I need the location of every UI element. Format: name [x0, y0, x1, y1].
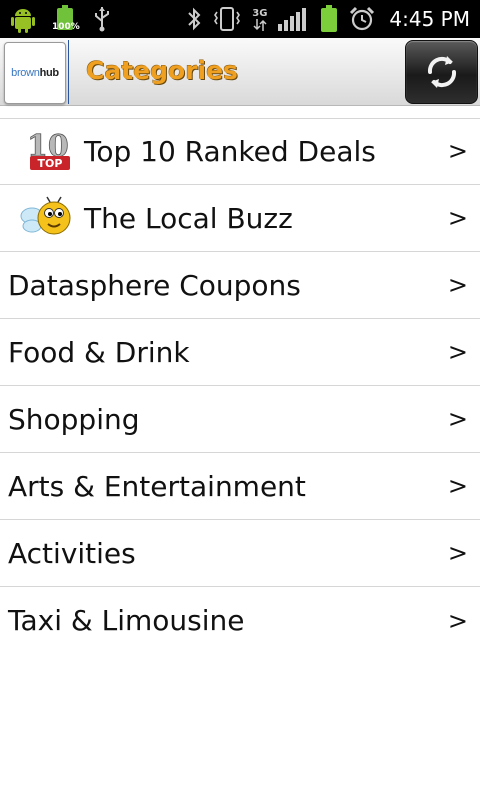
category-label: Food & Drink [8, 335, 190, 369]
category-row-shopping[interactable]: Shopping > [0, 386, 480, 453]
usb-icon [92, 4, 112, 34]
android-icon [8, 4, 38, 34]
top10-icon: 10 TOP [20, 125, 78, 177]
battery-icon [319, 4, 339, 34]
chevron-right-icon: > [447, 606, 468, 635]
battery-percent-label: 100% [52, 22, 80, 32]
bluetooth-icon [186, 4, 202, 34]
battery-full-icon: 100% [52, 4, 80, 34]
chevron-right-icon: > [447, 405, 468, 433]
logo-text-part2: hub [39, 67, 60, 79]
chevron-right-icon: > [447, 271, 468, 299]
refresh-button[interactable] [405, 40, 478, 104]
status-time: 4:45 PM [389, 7, 470, 31]
category-label: Shopping [8, 402, 140, 436]
chevron-right-icon: > [447, 137, 468, 165]
category-label: The Local Buzz [84, 201, 293, 235]
network-3g-icon: 3G [252, 4, 267, 34]
category-row-top10[interactable]: 10 TOP Top 10 Ranked Deals > [0, 118, 480, 185]
category-row-datasphere-coupons[interactable]: Datasphere Coupons > [0, 252, 480, 319]
category-list: 10 TOP Top 10 Ranked Deals > The Local B… [0, 118, 480, 654]
category-row-taxi-limousine[interactable]: Taxi & Limousine > [0, 587, 480, 654]
chevron-right-icon: > [447, 204, 468, 232]
category-row-local-buzz[interactable]: The Local Buzz > [0, 185, 480, 252]
brownhub-logo[interactable]: brownhub [4, 42, 66, 104]
category-label: Top 10 Ranked Deals [84, 134, 376, 168]
chevron-right-icon: > [447, 472, 468, 500]
category-label: Activities [8, 536, 136, 570]
category-label: Arts & Entertainment [8, 469, 306, 503]
header-divider [68, 40, 69, 104]
signal-strength-icon [277, 4, 309, 34]
category-label: Taxi & Limousine [8, 604, 245, 637]
alarm-clock-icon [349, 4, 375, 34]
category-row-food-drink[interactable]: Food & Drink > [0, 319, 480, 386]
refresh-icon [420, 50, 464, 94]
logo-text-part1: brown [11, 67, 40, 79]
network-type-label: 3G [252, 7, 268, 19]
category-row-arts-entertainment[interactable]: Arts & Entertainment > [0, 453, 480, 520]
chevron-right-icon: > [447, 338, 468, 366]
category-row-activities[interactable]: Activities > [0, 520, 480, 587]
category-label: Datasphere Coupons [8, 268, 301, 302]
chevron-right-icon: > [447, 539, 468, 567]
vibrate-icon [212, 4, 242, 34]
svg-text:TOP: TOP [38, 157, 63, 170]
logo-wordmark: brownhub [11, 67, 59, 79]
page-title: Categories [86, 56, 238, 85]
bee-icon [20, 192, 78, 244]
app-header: brownhub Categories [0, 38, 480, 106]
status-bar: 100% 3G 4:45 PM [0, 0, 480, 38]
